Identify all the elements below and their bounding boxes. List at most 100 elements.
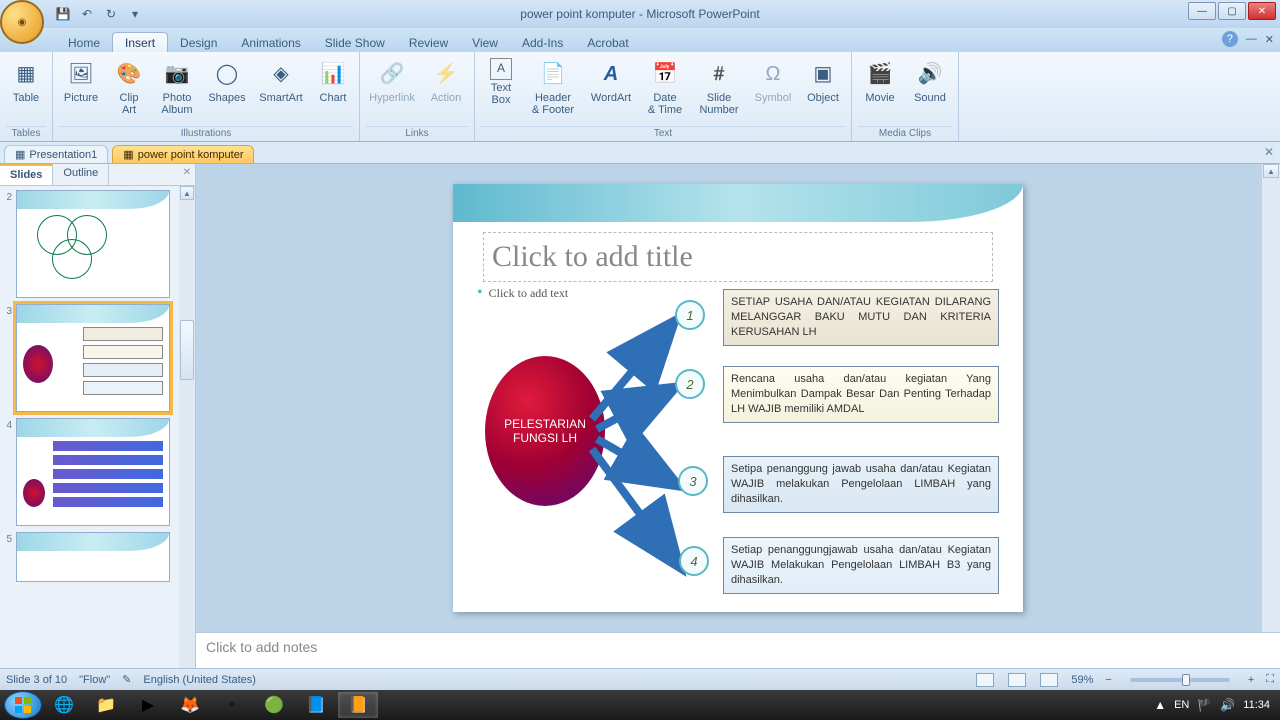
symbol-button[interactable]: ΩSymbol xyxy=(751,56,795,104)
slides-tab[interactable]: Slides xyxy=(0,164,53,185)
slideshow-view-button[interactable] xyxy=(1040,673,1058,687)
sound-icon: 🔊 xyxy=(914,58,946,90)
help-icon[interactable]: ? xyxy=(1222,31,1238,47)
taskbar-app1[interactable]: ▫ xyxy=(212,692,252,718)
smartart-button[interactable]: ◈SmartArt xyxy=(255,56,307,104)
text-box-4[interactable]: Setiap penanggungjawab usaha dan/atau Ke… xyxy=(723,537,999,594)
tab-addins[interactable]: Add-Ins xyxy=(510,33,575,52)
chart-button[interactable]: 📊Chart xyxy=(313,56,353,104)
normal-view-button[interactable] xyxy=(976,673,994,687)
tab-insert[interactable]: Insert xyxy=(112,32,168,52)
smartart-number-1[interactable]: 1 xyxy=(675,300,705,330)
taskbar-firefox[interactable]: 🦊 xyxy=(170,692,210,718)
outline-tab[interactable]: Outline xyxy=(53,164,109,185)
smartart-number-2[interactable]: 2 xyxy=(675,369,705,399)
start-button[interactable] xyxy=(4,691,42,719)
smartart-number-3[interactable]: 3 xyxy=(678,466,708,496)
close-button[interactable]: ✕ xyxy=(1248,2,1276,20)
panel-scrollbar[interactable]: ▲ xyxy=(179,186,195,668)
maximize-button[interactable]: ▢ xyxy=(1218,2,1246,20)
taskbar-app2[interactable]: 🟢 xyxy=(254,692,294,718)
tab-design[interactable]: Design xyxy=(168,33,229,52)
zoom-out-button[interactable]: − xyxy=(1105,674,1111,686)
smartart-number-4[interactable]: 4 xyxy=(679,546,709,576)
content-placeholder[interactable]: Click to add text PELESTARIAN FUNGSI LH … xyxy=(477,284,999,600)
zoom-in-button[interactable]: + xyxy=(1248,674,1254,686)
tab-acrobat[interactable]: Acrobat xyxy=(575,33,640,52)
undo-icon[interactable]: ↶ xyxy=(78,5,96,23)
tray-flag-icon[interactable]: 🏴 xyxy=(1197,698,1212,712)
slidenumber-button[interactable]: #️Slide Number xyxy=(693,56,745,116)
qat-dropdown-icon[interactable]: ▾ xyxy=(126,5,144,23)
ribbon-minimize-icon[interactable]: — xyxy=(1246,33,1257,45)
tab-home[interactable]: Home xyxy=(56,33,112,52)
redo-icon[interactable]: ↻ xyxy=(102,5,120,23)
taskbar-explorer[interactable]: 📁 xyxy=(86,692,126,718)
zoom-slider[interactable] xyxy=(1130,678,1230,682)
action-button[interactable]: ⚡Action xyxy=(424,56,468,104)
editor-scrollbar-vertical[interactable]: ▲ xyxy=(1262,164,1280,632)
taskbar-word[interactable]: 📘 xyxy=(296,692,336,718)
doctabs-close-icon[interactable]: ✕ xyxy=(1264,145,1274,159)
taskbar-powerpoint[interactable]: 📙 xyxy=(338,692,378,718)
taskbar-media[interactable]: ▶ xyxy=(128,692,168,718)
thumb-number: 3 xyxy=(4,304,12,412)
hyperlink-button[interactable]: 🔗Hyperlink xyxy=(366,56,418,104)
tray-clock[interactable]: 11:34 xyxy=(1243,699,1270,711)
sound-button[interactable]: 🔊Sound xyxy=(908,56,952,104)
text-box-2[interactable]: Rencana usaha dan/atau kegiatan Yang Men… xyxy=(723,366,999,423)
document-tabs: ▦Presentation1 ▦power point komputer ✕ xyxy=(0,142,1280,164)
scroll-up-icon[interactable]: ▲ xyxy=(180,186,194,200)
doc-close-icon[interactable]: ✕ xyxy=(1265,33,1274,46)
group-illustrations-label: Illustrations xyxy=(59,126,353,141)
tab-animations[interactable]: Animations xyxy=(229,33,312,52)
tray-language[interactable]: EN xyxy=(1174,699,1189,711)
clipart-icon: 🎨 xyxy=(113,58,145,90)
doctab-presentation1[interactable]: ▦Presentation1 xyxy=(4,145,108,163)
picture-button[interactable]: 🖼Picture xyxy=(59,56,103,104)
smartart-center-circle[interactable]: PELESTARIAN FUNGSI LH xyxy=(485,356,605,506)
group-links-label: Links xyxy=(366,126,468,141)
text-box-1[interactable]: SETIAP USAHA DAN/ATAU KEGIATAN DILARANG … xyxy=(723,289,999,346)
object-button[interactable]: ▣Object xyxy=(801,56,845,104)
panel-close-icon[interactable]: ✕ xyxy=(183,167,191,178)
textbox-button[interactable]: AText Box xyxy=(481,56,521,106)
tray-expand-icon[interactable]: ▲ xyxy=(1154,698,1166,712)
save-icon[interactable]: 💾 xyxy=(54,5,72,23)
language-indicator[interactable]: English (United States) xyxy=(143,674,256,686)
spellcheck-icon[interactable]: ✎ xyxy=(122,673,131,686)
tab-slideshow[interactable]: Slide Show xyxy=(313,33,397,52)
scroll-thumb[interactable] xyxy=(180,320,194,380)
clipart-button[interactable]: 🎨Clip Art xyxy=(109,56,149,116)
slide-theme-header xyxy=(453,184,1023,222)
quick-access-toolbar: 💾 ↶ ↻ ▾ xyxy=(50,0,148,28)
text-box-3[interactable]: Setipa penanggung jawab usaha dan/atau K… xyxy=(723,456,999,513)
tab-view[interactable]: View xyxy=(460,33,510,52)
windows-logo-icon xyxy=(14,696,32,714)
shapes-button[interactable]: ◯Shapes xyxy=(205,56,249,104)
datetime-button[interactable]: 📅Date & Time xyxy=(643,56,687,116)
notes-pane[interactable]: Click to add notes xyxy=(196,632,1280,668)
title-placeholder[interactable]: Click to add title xyxy=(483,232,993,282)
movie-button[interactable]: 🎬Movie xyxy=(858,56,902,104)
photoalbum-icon: 📷 xyxy=(161,58,193,90)
photoalbum-button[interactable]: 📷Photo Album xyxy=(155,56,199,116)
slide-canvas[interactable]: Click to add title Click to add text PEL… xyxy=(453,184,1023,612)
table-button[interactable]: ▦Table xyxy=(6,56,46,104)
minimize-button[interactable]: — xyxy=(1188,2,1216,20)
slide-thumbnail-2[interactable] xyxy=(16,190,170,298)
headerfooter-button[interactable]: 📄Header & Footer xyxy=(527,56,579,116)
slide-thumbnail-4[interactable] xyxy=(16,418,170,526)
taskbar-ie[interactable]: 🌐 xyxy=(44,692,84,718)
tray-volume-icon[interactable]: 🔊 xyxy=(1220,698,1235,712)
fit-window-button[interactable]: ⛶ xyxy=(1266,673,1274,686)
slide-thumbnail-5[interactable] xyxy=(16,532,170,582)
tab-review[interactable]: Review xyxy=(397,33,460,52)
sorter-view-button[interactable] xyxy=(1008,673,1026,687)
office-button[interactable]: ◉ xyxy=(0,0,44,44)
notes-placeholder-text: Click to add notes xyxy=(206,639,317,655)
scroll-up-icon[interactable]: ▲ xyxy=(1263,164,1279,178)
slide-thumbnail-3[interactable] xyxy=(16,304,170,412)
doctab-powerpoint-komputer[interactable]: ▦power point komputer xyxy=(112,145,254,163)
wordart-button[interactable]: AWordArt xyxy=(585,56,637,104)
